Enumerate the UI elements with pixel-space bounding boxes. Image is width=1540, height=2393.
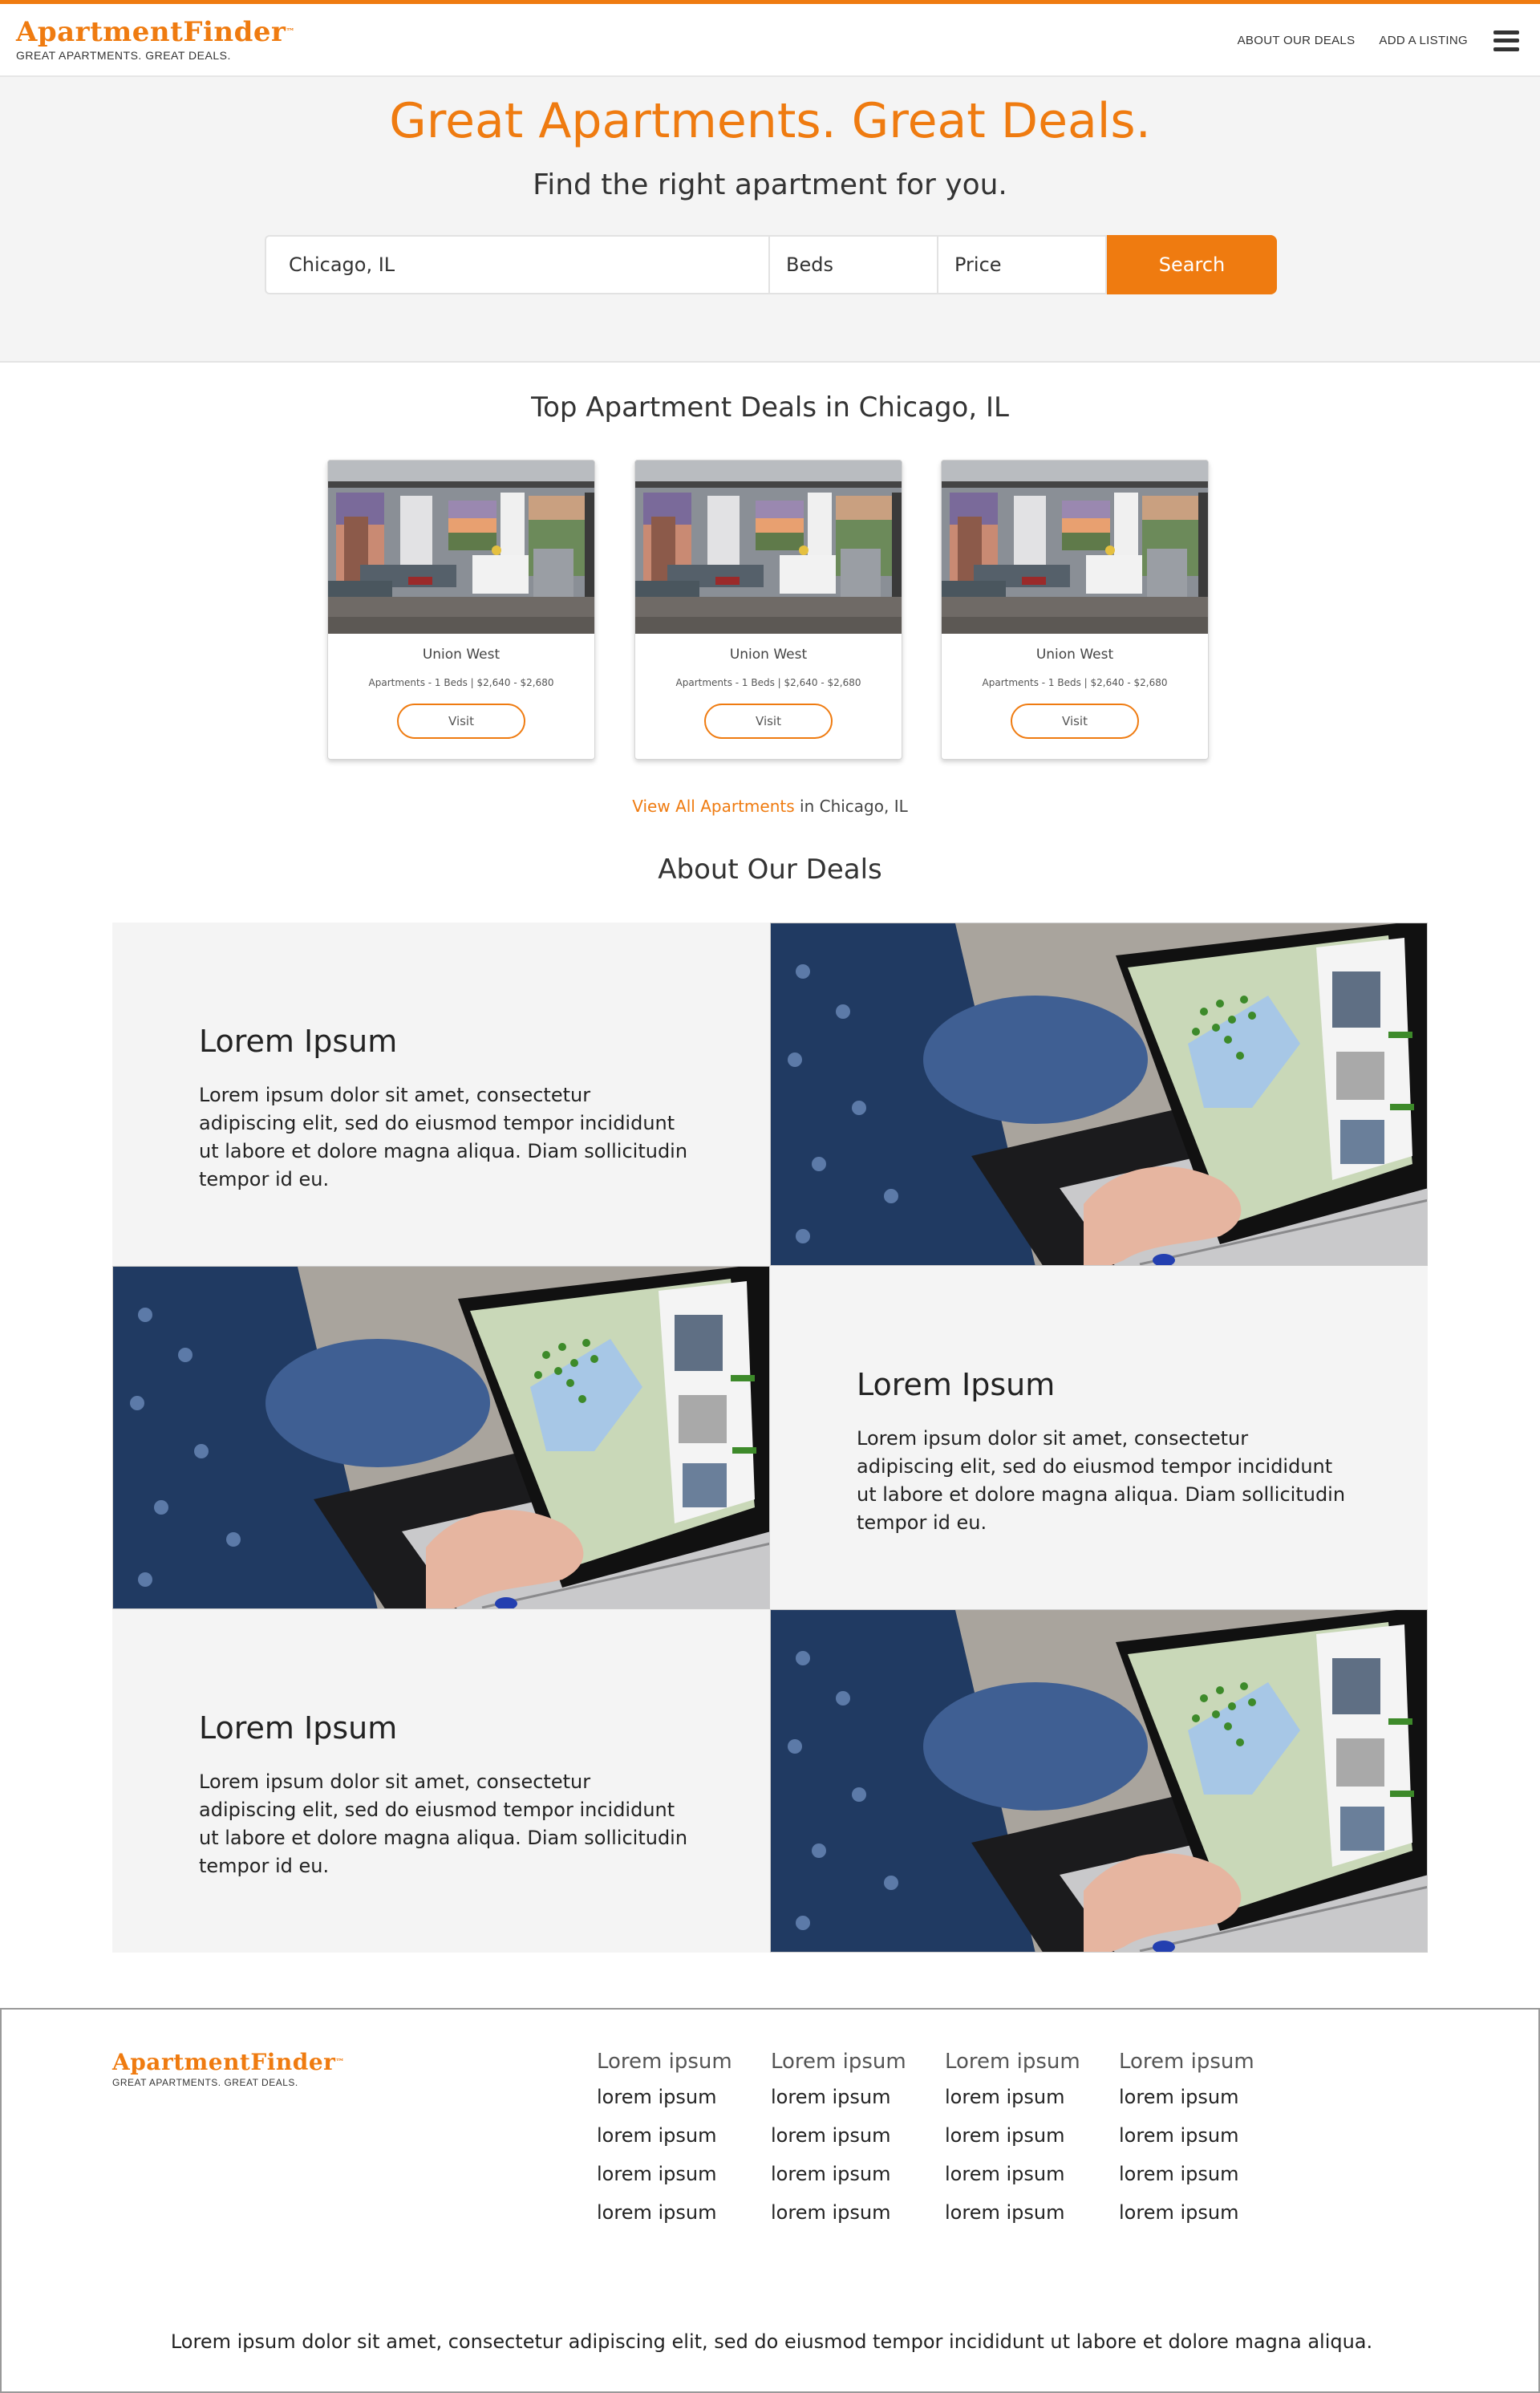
deals-section-title: Top Apartment Deals in Chicago, IL xyxy=(531,391,1009,424)
footer-link[interactable]: lorem ipsum xyxy=(771,2200,931,2225)
view-all-location: in Chicago, IL xyxy=(794,797,908,816)
about-heading: Lorem Ipsum xyxy=(857,1367,1056,1402)
apartment-photo xyxy=(635,460,902,634)
view-all-apartments-link[interactable]: View All Apartments xyxy=(632,797,794,816)
nav-about-our-deals[interactable]: ABOUT OUR DEALS xyxy=(1238,34,1356,47)
hero-section: Great Apartments. Great Deals. Find the … xyxy=(0,77,1540,363)
about-heading: Lorem Ipsum xyxy=(199,1710,398,1746)
footer-link[interactable]: lorem ipsum xyxy=(1119,2200,1279,2225)
footer-link[interactable]: lorem ipsum xyxy=(771,2123,931,2148)
deal-card[interactable]: Union West Apartments - 1 Beds | $2,640 … xyxy=(634,460,902,760)
footer-link[interactable]: lorem ipsum xyxy=(1119,2162,1279,2186)
footer-link[interactable]: lorem ipsum xyxy=(771,2085,931,2109)
about-paragraph: Lorem ipsum dolor sit amet, consectetur … xyxy=(199,1084,688,1190)
hero-title: Great Apartments. Great Deals. xyxy=(389,93,1151,149)
beds-select[interactable]: Beds xyxy=(770,235,938,294)
apartment-photo xyxy=(328,460,595,634)
footer-logo-trademark: ™ xyxy=(335,2057,345,2067)
logo-tagline: GREAT APARTMENTS. GREAT DEALS. xyxy=(16,49,231,62)
footer-column: Lorem ipsum lorem ipsum lorem ipsum lore… xyxy=(1119,2050,1279,2239)
footer-link[interactable]: lorem ipsum xyxy=(945,2123,1105,2148)
laptop-map-image xyxy=(771,1610,1428,1953)
location-input[interactable]: Chicago, IL xyxy=(265,235,770,294)
hero-subtitle: Find the right apartment for you. xyxy=(533,168,1007,201)
laptop-map-photo xyxy=(112,1266,770,1609)
site-logo[interactable]: ApartmentFinder™ GREAT APARTMENTS. GREAT… xyxy=(16,17,295,62)
footer-column-heading: Lorem ipsum xyxy=(597,2050,732,2074)
card-description: Apartments - 1 Beds | $2,640 - $2,680 xyxy=(368,677,554,688)
card-name: Union West xyxy=(729,647,808,663)
laptop-map-photo xyxy=(770,1609,1428,1953)
footer-link[interactable]: lorem ipsum xyxy=(597,2162,757,2186)
search-bar: Chicago, IL Beds Price Search xyxy=(265,235,1277,294)
card-description: Apartments - 1 Beds | $2,640 - $2,680 xyxy=(982,677,1168,688)
card-name: Union West xyxy=(1035,647,1114,663)
laptop-map-image xyxy=(113,1267,770,1609)
footer-link[interactable]: lorem ipsum xyxy=(945,2085,1105,2109)
footer-link[interactable]: lorem ipsum xyxy=(1119,2085,1279,2109)
laptop-map-image xyxy=(771,923,1428,1266)
footer-link[interactable]: lorem ipsum xyxy=(1119,2123,1279,2148)
logo-trademark: ™ xyxy=(286,26,295,37)
about-text-block: Lorem Ipsum Lorem ipsum dolor sit amet, … xyxy=(770,1266,1428,1609)
hamburger-menu-icon[interactable] xyxy=(1493,30,1519,51)
main-nav: ABOUT OUR DEALS ADD A LISTING xyxy=(1238,4,1540,77)
about-paragraph: Lorem ipsum dolor sit amet, consectetur … xyxy=(857,1427,1346,1534)
footer-column: Lorem ipsum lorem ipsum lorem ipsum lore… xyxy=(771,2050,931,2239)
deal-card[interactable]: Union West Apartments - 1 Beds | $2,640 … xyxy=(327,460,595,760)
about-text-block: Lorem Ipsum Lorem ipsum dolor sit amet, … xyxy=(112,1609,770,1953)
footer-column: Lorem ipsum lorem ipsum lorem ipsum lore… xyxy=(945,2050,1105,2239)
footer-link[interactable]: lorem ipsum xyxy=(597,2085,757,2109)
footer-logo-text: ApartmentFinder xyxy=(112,2049,336,2075)
footer-column: Lorem ipsum lorem ipsum lorem ipsum lore… xyxy=(597,2050,757,2239)
footer-link[interactable]: lorem ipsum xyxy=(771,2162,931,2186)
footer-bottom-text: Lorem ipsum dolor sit amet, consectetur … xyxy=(170,2330,1373,2353)
nav-add-a-listing[interactable]: ADD A LISTING xyxy=(1379,34,1468,47)
about-section-title: About Our Deals xyxy=(658,854,882,886)
about-heading: Lorem Ipsum xyxy=(199,1024,398,1059)
about-paragraph: Lorem ipsum dolor sit amet, consectetur … xyxy=(199,1770,688,1877)
search-button[interactable]: Search xyxy=(1107,235,1277,294)
laptop-map-photo xyxy=(770,923,1428,1266)
card-description: Apartments - 1 Beds | $2,640 - $2,680 xyxy=(675,677,861,688)
footer-column-heading: Lorem ipsum xyxy=(771,2050,906,2074)
footer-logo-tagline: GREAT APARTMENTS. GREAT DEALS. xyxy=(112,2077,298,2088)
visit-button[interactable]: Visit xyxy=(704,704,833,739)
deal-card[interactable]: Union West Apartments - 1 Beds | $2,640 … xyxy=(941,460,1209,760)
footer-logo[interactable]: ApartmentFinder™ GREAT APARTMENTS. GREAT… xyxy=(112,2049,345,2089)
visit-button[interactable]: Visit xyxy=(397,704,525,739)
footer-link[interactable]: lorem ipsum xyxy=(597,2123,757,2148)
apartment-photo xyxy=(942,460,1209,634)
footer-link[interactable]: lorem ipsum xyxy=(597,2200,757,2225)
about-text-block: Lorem Ipsum Lorem ipsum dolor sit amet, … xyxy=(112,923,770,1266)
footer-link[interactable]: lorem ipsum xyxy=(945,2200,1105,2225)
card-name: Union West xyxy=(422,647,500,663)
footer-link[interactable]: lorem ipsum xyxy=(945,2162,1105,2186)
about-grid: Lorem Ipsum Lorem ipsum dolor sit amet, … xyxy=(112,923,1428,1953)
price-select[interactable]: Price xyxy=(938,235,1107,294)
visit-button[interactable]: Visit xyxy=(1011,704,1139,739)
site-footer: ApartmentFinder™ GREAT APARTMENTS. GREAT… xyxy=(0,2008,1540,2393)
site-header: ApartmentFinder™ GREAT APARTMENTS. GREAT… xyxy=(0,4,1540,77)
footer-column-heading: Lorem ipsum xyxy=(945,2050,1080,2074)
footer-column-heading: Lorem ipsum xyxy=(1119,2050,1254,2074)
logo-text: ApartmentFinder xyxy=(16,16,286,48)
view-all-row: View All Apartments in Chicago, IL xyxy=(0,797,1540,816)
